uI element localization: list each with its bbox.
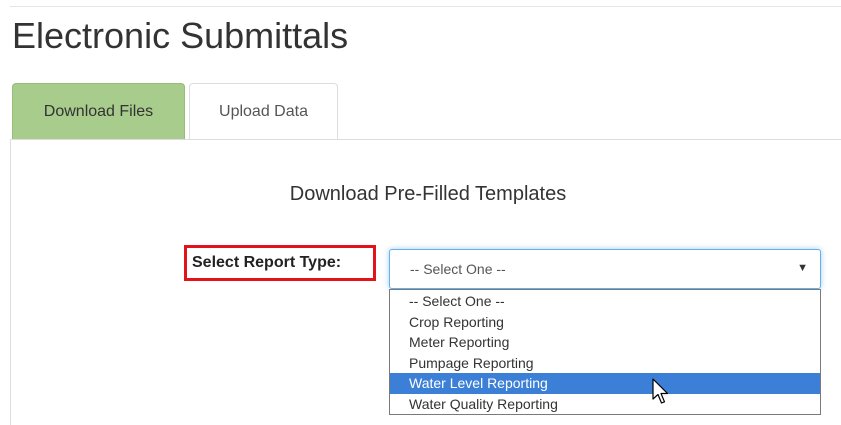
report-type-dropdown-list: -- Select One -- Crop Reporting Meter Re… bbox=[389, 289, 821, 415]
top-divider bbox=[10, 6, 841, 7]
tab-divider bbox=[10, 139, 841, 140]
electronic-submittals-page: Electronic Submittals Download Files Upl… bbox=[0, 0, 841, 425]
tab-download-files[interactable]: Download Files bbox=[12, 83, 185, 139]
report-type-select[interactable]: -- Select One -- ▼ bbox=[389, 249, 821, 289]
select-current-value: -- Select One -- bbox=[410, 261, 506, 277]
report-type-label-highlight: Select Report Type: bbox=[184, 245, 376, 281]
mouse-pointer-icon bbox=[652, 378, 669, 404]
page-title: Electronic Submittals bbox=[12, 15, 349, 56]
option-select-one[interactable]: -- Select One -- bbox=[390, 291, 820, 312]
option-water-level-reporting[interactable]: Water Level Reporting bbox=[390, 373, 820, 394]
panel-left-border bbox=[10, 139, 11, 425]
option-crop-reporting[interactable]: Crop Reporting bbox=[390, 312, 820, 333]
caret-down-icon[interactable]: ▼ bbox=[797, 262, 808, 274]
option-meter-reporting[interactable]: Meter Reporting bbox=[390, 332, 820, 353]
section-heading: Download Pre-Filled Templates bbox=[289, 183, 567, 205]
report-type-label: Select Report Type: bbox=[192, 254, 342, 271]
tab-upload-data[interactable]: Upload Data bbox=[189, 83, 338, 139]
option-water-quality-reporting[interactable]: Water Quality Reporting bbox=[390, 394, 820, 415]
option-pumpage-reporting[interactable]: Pumpage Reporting bbox=[390, 353, 820, 374]
